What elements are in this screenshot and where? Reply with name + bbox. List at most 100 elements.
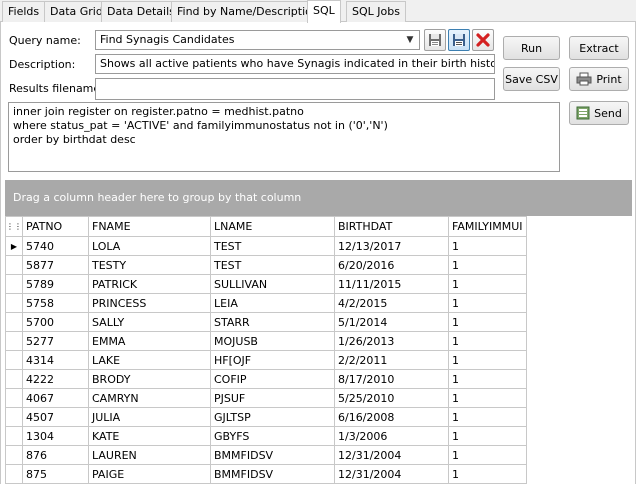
table-cell[interactable]: GJLTSP: [210, 407, 335, 427]
results-filename-field[interactable]: [95, 78, 495, 100]
table-row[interactable]: ▶ 5740 LOLA TEST 12/13/2017 1: [5, 236, 527, 256]
row-pointer-icon[interactable]: ▶: [5, 236, 23, 256]
column-header-patno[interactable]: PATNO: [22, 216, 89, 237]
table-cell[interactable]: 6/16/2008: [334, 407, 449, 427]
table-cell[interactable]: EMMA: [88, 331, 211, 351]
delete-query-button[interactable]: [472, 29, 494, 51]
table-cell[interactable]: 1: [448, 293, 527, 313]
row-indicator[interactable]: [5, 464, 23, 484]
table-cell[interactable]: 1: [448, 388, 527, 408]
row-indicator[interactable]: [5, 312, 23, 332]
table-cell[interactable]: 5758: [22, 293, 89, 313]
row-indicator[interactable]: [5, 293, 23, 313]
table-cell[interactable]: 5789: [22, 274, 89, 294]
table-cell[interactable]: TEST: [210, 236, 335, 256]
table-cell[interactable]: LEIA: [210, 293, 335, 313]
table-cell[interactable]: 5/1/2014: [334, 312, 449, 332]
table-cell[interactable]: KATE: [88, 426, 211, 446]
table-cell[interactable]: CAMRYN: [88, 388, 211, 408]
table-cell[interactable]: 1: [448, 331, 527, 351]
tab-sql[interactable]: SQL: [307, 0, 341, 23]
table-cell[interactable]: 1: [448, 464, 527, 484]
row-indicator[interactable]: [5, 388, 23, 408]
tab-fields[interactable]: Fields: [2, 1, 46, 22]
save-csv-button[interactable]: Save CSV: [503, 67, 560, 91]
table-cell[interactable]: 1/3/2006: [334, 426, 449, 446]
table-cell[interactable]: BMMFIDSV: [210, 464, 335, 484]
table-cell[interactable]: 4/2/2015: [334, 293, 449, 313]
column-header-fname[interactable]: FNAME: [88, 216, 211, 237]
table-row[interactable]: 5277 EMMA MOJUSB 1/26/2013 1: [5, 331, 527, 351]
table-cell[interactable]: SULLIVAN: [210, 274, 335, 294]
tab-find-by-name[interactable]: Find by Name/Description: [171, 1, 325, 22]
table-row[interactable]: 4314 LAKE HF[OJF 2/2/2011 1: [5, 350, 527, 370]
table-row[interactable]: 876 LAUREN BMMFIDSV 12/31/2004 1: [5, 445, 527, 465]
table-row[interactable]: 875 PAIGE BMMFIDSV 12/31/2004 1: [5, 464, 527, 484]
table-cell[interactable]: PRINCESS: [88, 293, 211, 313]
table-cell[interactable]: 5877: [22, 255, 89, 275]
table-cell[interactable]: PAIGE: [88, 464, 211, 484]
send-button[interactable]: Send: [569, 101, 629, 125]
row-indicator[interactable]: [5, 274, 23, 294]
table-cell[interactable]: STARR: [210, 312, 335, 332]
column-header-lname[interactable]: LNAME: [210, 216, 335, 237]
query-name-combo[interactable]: Find Synagis Candidates ▼: [95, 30, 420, 50]
row-indicator[interactable]: [5, 426, 23, 446]
table-cell[interactable]: 5740: [22, 236, 89, 256]
table-cell[interactable]: COFIP: [210, 369, 335, 389]
save-as-query-button[interactable]: [448, 29, 470, 51]
tab-data-grid[interactable]: Data Grid: [44, 1, 109, 22]
column-chooser-icon[interactable]: ⋮⋮: [5, 216, 23, 237]
table-cell[interactable]: 1: [448, 350, 527, 370]
table-cell[interactable]: PATRICK: [88, 274, 211, 294]
table-cell[interactable]: 5700: [22, 312, 89, 332]
column-header-birthdat[interactable]: BIRTHDAT: [334, 216, 449, 237]
table-cell[interactable]: 876: [22, 445, 89, 465]
table-cell[interactable]: 12/13/2017: [334, 236, 449, 256]
column-header-familyimmu[interactable]: FAMILYIMMUI: [448, 216, 527, 237]
table-cell[interactable]: 5/25/2010: [334, 388, 449, 408]
table-cell[interactable]: 1: [448, 369, 527, 389]
table-cell[interactable]: 4314: [22, 350, 89, 370]
table-cell[interactable]: 1: [448, 255, 527, 275]
table-cell[interactable]: 4222: [22, 369, 89, 389]
table-cell[interactable]: 11/11/2015: [334, 274, 449, 294]
tab-sql-jobs[interactable]: SQL Jobs: [346, 1, 406, 22]
table-cell[interactable]: BMMFIDSV: [210, 445, 335, 465]
table-row[interactable]: 5700 SALLY STARR 5/1/2014 1: [5, 312, 527, 332]
table-cell[interactable]: 5277: [22, 331, 89, 351]
table-row[interactable]: 5789 PATRICK SULLIVAN 11/11/2015 1: [5, 274, 527, 294]
row-indicator[interactable]: [5, 350, 23, 370]
table-cell[interactable]: SALLY: [88, 312, 211, 332]
table-row[interactable]: 4222 BRODY COFIP 8/17/2010 1: [5, 369, 527, 389]
table-cell[interactable]: 1/26/2013: [334, 331, 449, 351]
row-indicator[interactable]: [5, 407, 23, 427]
table-cell[interactable]: 6/20/2016: [334, 255, 449, 275]
table-cell[interactable]: HF[OJF: [210, 350, 335, 370]
table-row[interactable]: 4507 JULIA GJLTSP 6/16/2008 1: [5, 407, 527, 427]
save-query-button[interactable]: [424, 29, 446, 51]
table-row[interactable]: 5877 TESTY TEST 6/20/2016 1: [5, 255, 527, 275]
group-by-area[interactable]: Drag a column header here to group by th…: [5, 180, 632, 216]
table-row[interactable]: 4067 CAMRYN PJSUF 5/25/2010 1: [5, 388, 527, 408]
table-cell[interactable]: 12/31/2004: [334, 464, 449, 484]
row-indicator[interactable]: [5, 445, 23, 465]
table-cell[interactable]: GBYFS: [210, 426, 335, 446]
results-grid[interactable]: ⋮⋮ PATNO FNAME LNAME BIRTHDAT FAMILYIMMU…: [5, 216, 632, 484]
table-cell[interactable]: 8/17/2010: [334, 369, 449, 389]
table-cell[interactable]: 4067: [22, 388, 89, 408]
sql-editor[interactable]: inner join register on register.patno = …: [8, 102, 560, 172]
row-indicator[interactable]: [5, 369, 23, 389]
table-cell[interactable]: LOLA: [88, 236, 211, 256]
table-cell[interactable]: PJSUF: [210, 388, 335, 408]
run-button[interactable]: Run: [503, 36, 560, 60]
tab-data-details[interactable]: Data Details: [101, 1, 181, 22]
table-row[interactable]: 1304 KATE GBYFS 1/3/2006 1: [5, 426, 527, 446]
table-cell[interactable]: 1: [448, 312, 527, 332]
print-button[interactable]: Print: [569, 67, 629, 91]
table-cell[interactable]: LAUREN: [88, 445, 211, 465]
table-cell[interactable]: 875: [22, 464, 89, 484]
table-cell[interactable]: MOJUSB: [210, 331, 335, 351]
row-indicator[interactable]: [5, 331, 23, 351]
extract-button[interactable]: Extract: [569, 36, 629, 60]
